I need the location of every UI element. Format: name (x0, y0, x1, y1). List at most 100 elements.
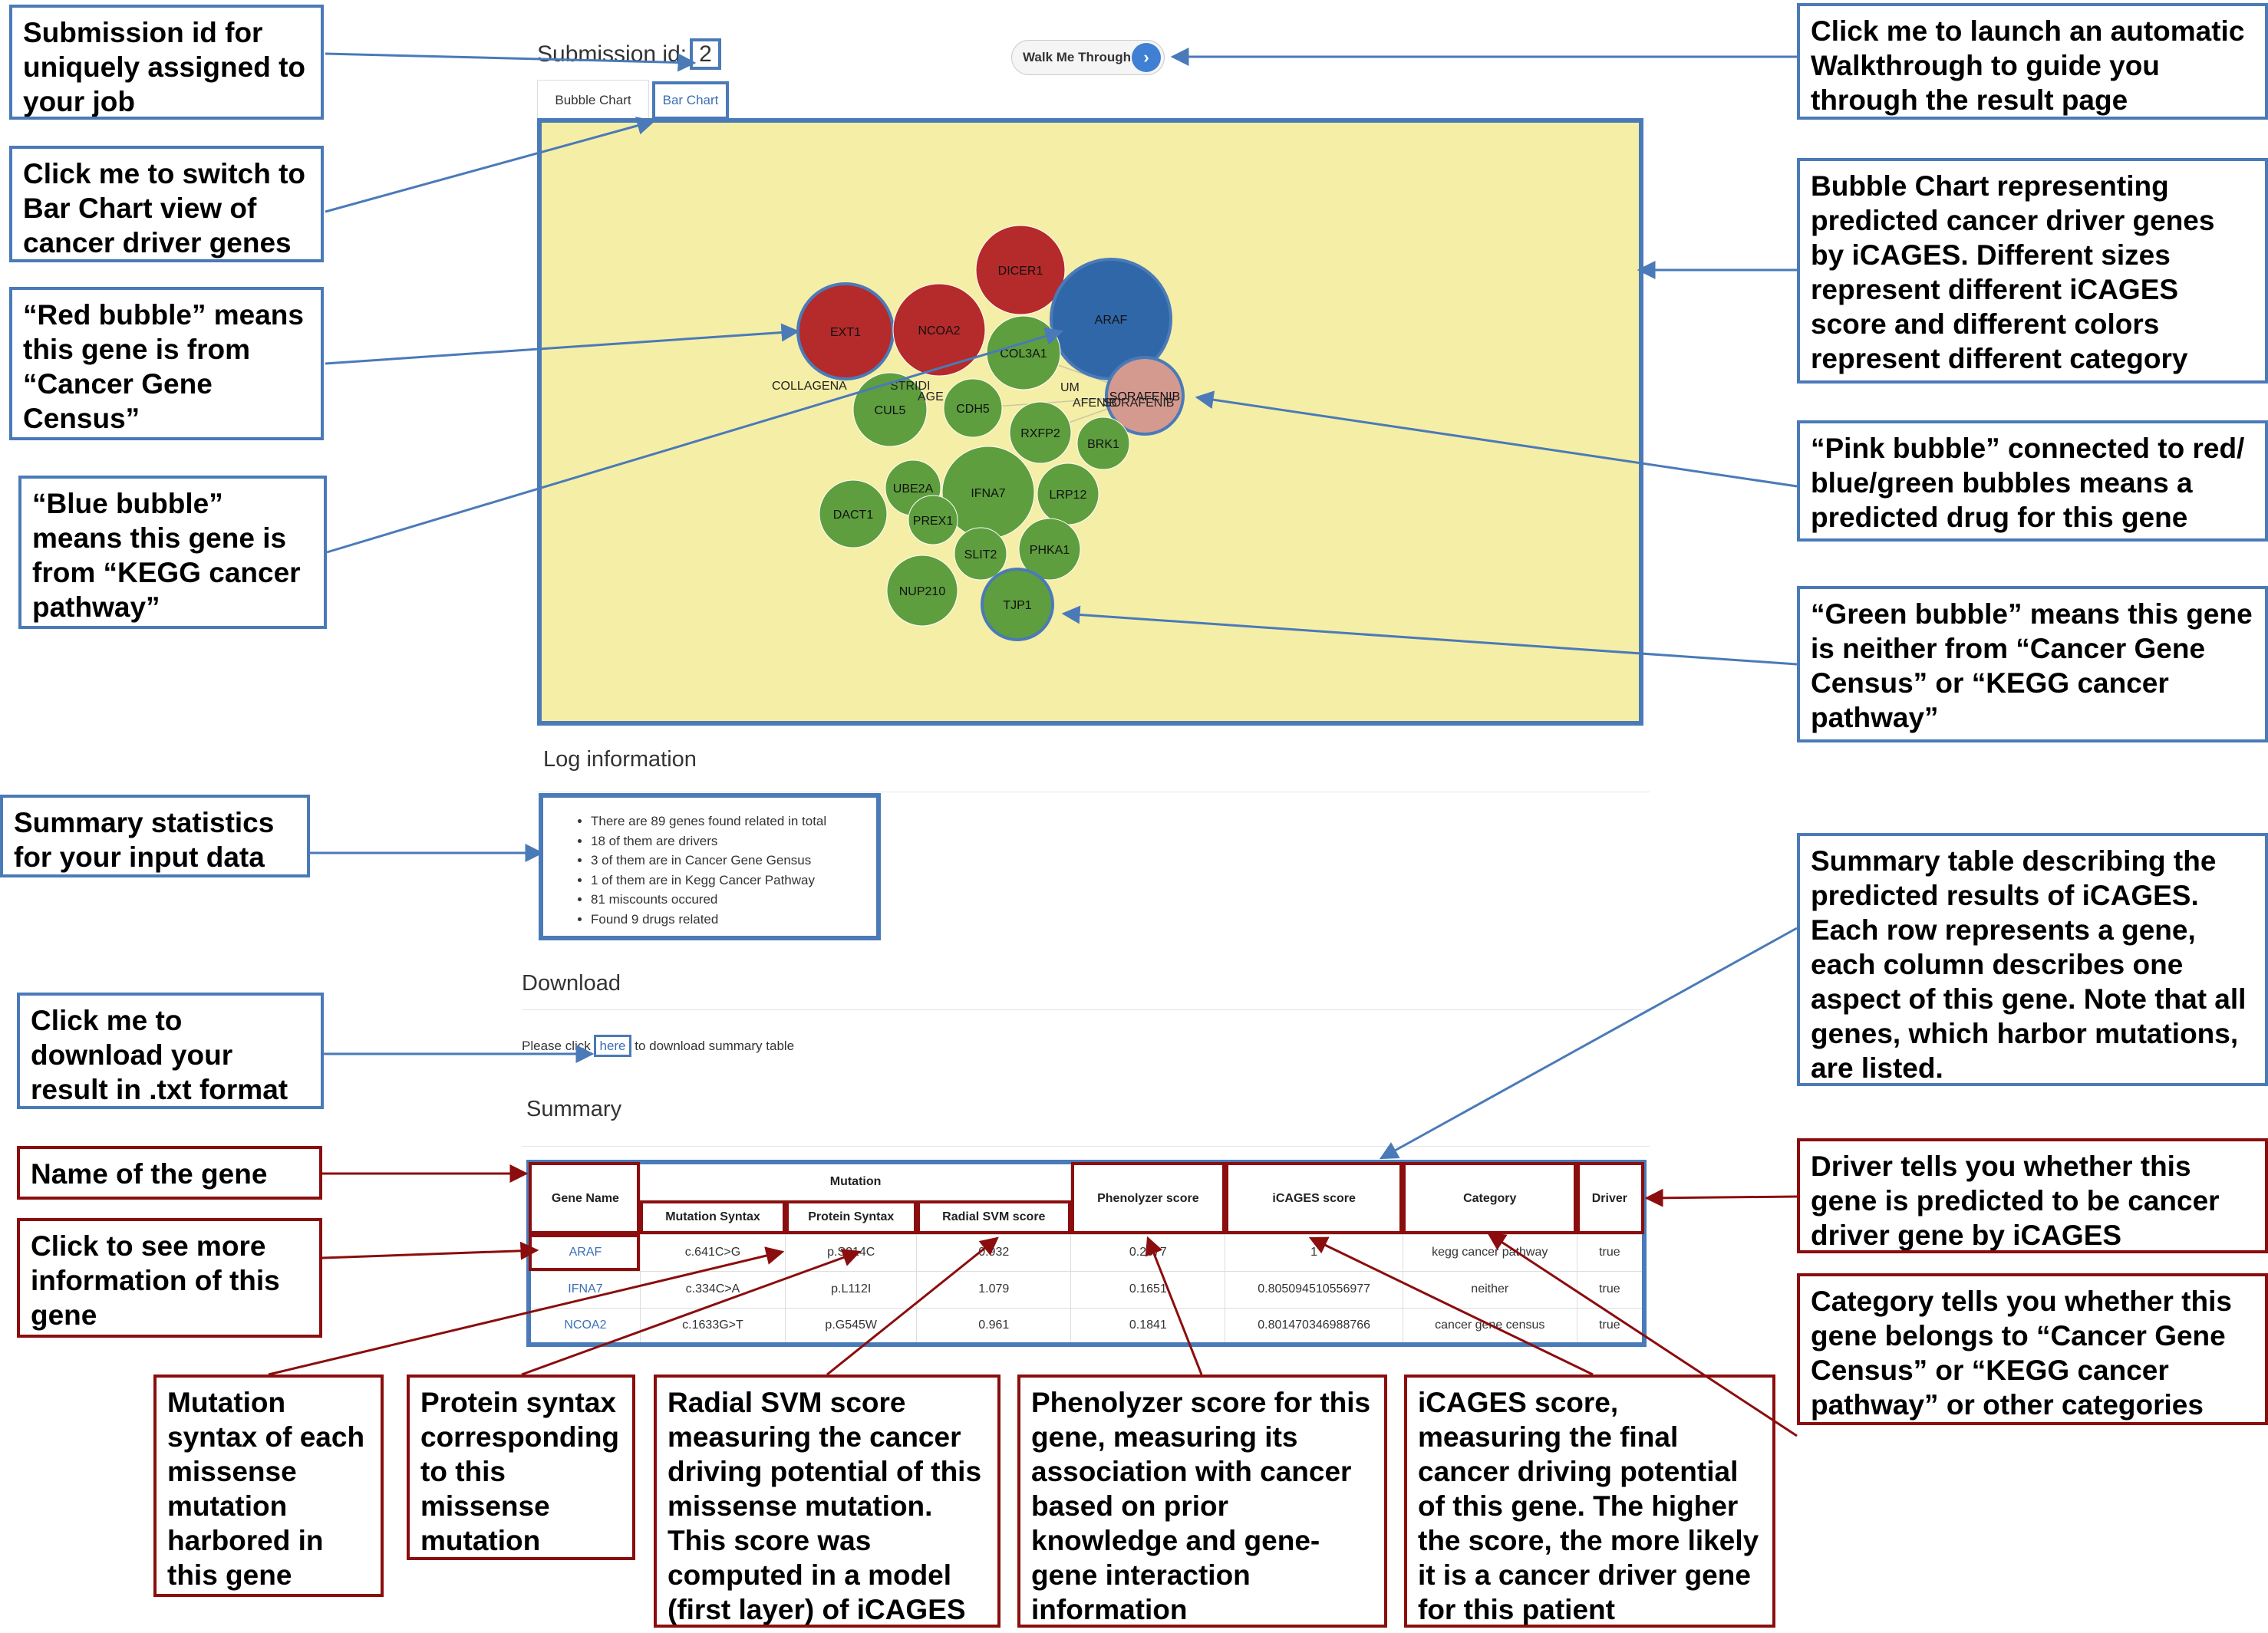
download-heading: Download (522, 971, 621, 996)
tab-bar-label: Bar Chart (662, 93, 719, 107)
table-cell: 0.1651 (1070, 1270, 1226, 1309)
bubble-label: DICER1 (998, 265, 1043, 278)
note-category: Category tells you whether this gene bel… (1797, 1273, 2268, 1425)
log-list: There are 89 genes found related in tota… (574, 812, 861, 929)
table-cell: 0.932 (916, 1233, 1072, 1272)
note-red-bubble: “Red bubble” means this gene is from “Ca… (9, 287, 324, 440)
note-download: Click me to download your result in .txt… (17, 993, 324, 1109)
tab-bubble-label: Bubble Chart (555, 92, 631, 107)
bubble-label: SLIT2 (964, 548, 997, 561)
summary-divider (522, 1146, 1650, 1147)
bubble-label: IFNA7 (971, 487, 1005, 500)
bubble-label: BRK1 (1087, 438, 1119, 451)
note-blue-bubble: “Blue bubble” means this gene is from “K… (18, 476, 327, 629)
bubble-label: ARAF (1095, 314, 1128, 327)
bubble-chart: DICER1 EXT1 NCOA2 ARAF COL3A1 SORAFENIB CUL5 CD… (537, 118, 1643, 726)
log-item: 81 miscounts occured (591, 890, 861, 910)
note-summary-stats: Summary statistics for your input data (0, 795, 310, 877)
bubble-label: CDH5 (956, 403, 990, 416)
annotation-arrow (1644, 1188, 1798, 1207)
bubble-brk1[interactable]: BRK1 (1076, 416, 1130, 470)
header-gene-name: Gene Name (528, 1161, 641, 1235)
log-item: Found 9 drugs related (591, 910, 861, 930)
bubble-prex1[interactable]: PREX1 (908, 495, 958, 545)
header-driver: Driver (1576, 1161, 1645, 1235)
header-mutation-syntax: Mutation Syntax (639, 1200, 786, 1235)
bubble-chart-svg: DICER1 EXT1 NCOA2 ARAF COL3A1 SORAFENIB CUL5 CD… (772, 225, 1185, 641)
annotation-arrow (1379, 927, 1798, 1160)
log-item: 3 of them are in Cancer Gene Gensus (591, 851, 861, 871)
download-text: Please click here to download summary ta… (522, 1035, 795, 1057)
submission-id: 2 (690, 38, 721, 70)
table-cell: c.1633G>T (639, 1307, 786, 1345)
table-cell: neither (1402, 1270, 1577, 1309)
note-driver: Driver tells you whether this gene is pr… (1797, 1138, 2268, 1253)
download-suffix: to download summary table (631, 1039, 795, 1053)
bubble-rxfp2[interactable]: RXFP2 (1009, 401, 1072, 464)
annotation-arrow (321, 1241, 539, 1260)
table-cell: kegg cancer pathway (1402, 1233, 1577, 1272)
log-item: 18 of them are drivers (591, 831, 861, 851)
bubble-lrp12[interactable]: LRP12 (1037, 463, 1099, 525)
bubble-label: UBE2A (893, 482, 934, 495)
bubble-tjp1[interactable]: TJP1 (981, 568, 1054, 641)
bubble-label: NUP210 (899, 585, 946, 598)
bubble-slit2[interactable]: SLIT2 (954, 527, 1007, 581)
table-row: IFNA7 c.334C>A p.L112I 1.079 0.1651 0.8050945… (528, 1270, 1645, 1309)
download-divider (522, 1009, 1650, 1010)
table-cell: 0.1841 (1070, 1307, 1226, 1345)
note-protein-syntax: Protein syntax corresponding to this mis… (407, 1375, 635, 1560)
bubble-col3a1[interactable]: COL3A1 (986, 315, 1061, 390)
log-heading: Log information (543, 747, 697, 772)
gene-link[interactable]: NCOA2 (528, 1307, 641, 1345)
table-cell: 0.961 (916, 1307, 1072, 1345)
bubble-dicer1[interactable]: DICER1 (975, 225, 1066, 315)
table-cell: true (1576, 1270, 1645, 1309)
download-link[interactable]: here (594, 1035, 631, 1057)
tab-bar-chart[interactable]: Bar Chart (652, 81, 729, 120)
table-cell: c.641C>G (639, 1233, 786, 1272)
summary-heading: Summary (526, 1097, 622, 1121)
table-cell: c.334C>A (639, 1270, 786, 1309)
table-cell: 1 (1225, 1233, 1403, 1272)
submission-title: Submission id: 2 (537, 38, 721, 70)
table-cell: 0.805094510556977 (1225, 1270, 1403, 1309)
gene-link[interactable]: ARAF (528, 1233, 641, 1272)
table-cell: p.G545W (785, 1307, 918, 1345)
chevron-right-icon: › (1132, 43, 1161, 72)
header-phenolyzer: Phenolyzer score (1070, 1161, 1226, 1235)
bubble-ncoa2[interactable]: NCOA2 (892, 283, 986, 377)
download-prefix: Please click (522, 1039, 595, 1053)
tab-bubble-chart[interactable]: Bubble Chart (537, 80, 649, 120)
table-cell: 0.801470346988766 (1225, 1307, 1403, 1345)
bubble-label: EXT1 (830, 326, 861, 339)
bubble-label: DACT1 (833, 509, 874, 522)
header-radial-svm: Radial SVM score (916, 1200, 1072, 1235)
bubble-dact1[interactable]: DACT1 (819, 479, 888, 548)
bubble-ext1[interactable]: EXT1 (796, 282, 895, 380)
note-bar-chart: Click me to switch to Bar Chart view of … (9, 146, 324, 262)
bubble-label: CUL5 (875, 404, 906, 417)
bubble-cdh5[interactable]: CDH5 (943, 378, 1003, 438)
summary-table: Gene Name Mutation Phenolyzer score iCAG… (526, 1160, 1647, 1347)
table-cell: p.S214C (785, 1233, 918, 1272)
note-pink-bubble: “Pink bubble” connected to red/ blue/gre… (1797, 420, 2268, 542)
bubble-label: LRP12 (1050, 489, 1087, 502)
note-walkthrough: Click me to launch an automatic Walkthro… (1797, 3, 2268, 120)
header-category: Category (1402, 1161, 1577, 1235)
gene-link[interactable]: IFNA7 (528, 1270, 641, 1309)
log-item: There are 89 genes found related in tota… (591, 812, 861, 831)
header-protein-syntax: Protein Syntax (785, 1200, 918, 1235)
note-radial-svm: Radial SVM score measuring the cancer dr… (654, 1375, 1000, 1628)
log-box: There are 89 genes found related in tota… (539, 793, 881, 940)
note-bubble-chart: Bubble Chart representing predicted canc… (1797, 158, 2268, 384)
table-row: NCOA2 c.1633G>T p.G545W 0.961 0.1841 0.801470… (528, 1307, 1645, 1345)
note-summary-table: Summary table describing the predicted r… (1797, 833, 2268, 1086)
table-cell: true (1576, 1307, 1645, 1345)
note-mutation-syntax: Mutation syntax of each missense mutatio… (153, 1375, 384, 1597)
walk-me-through-button[interactable]: Walk Me Through › (1011, 40, 1165, 75)
overlay-label: COLLAGENA (772, 380, 847, 393)
overlay-label: SORAFENIB (1103, 397, 1174, 410)
bubble-nup210[interactable]: NUP210 (886, 555, 958, 627)
note-icages-score: iCAGES score, measuring the final cancer… (1404, 1375, 1775, 1628)
